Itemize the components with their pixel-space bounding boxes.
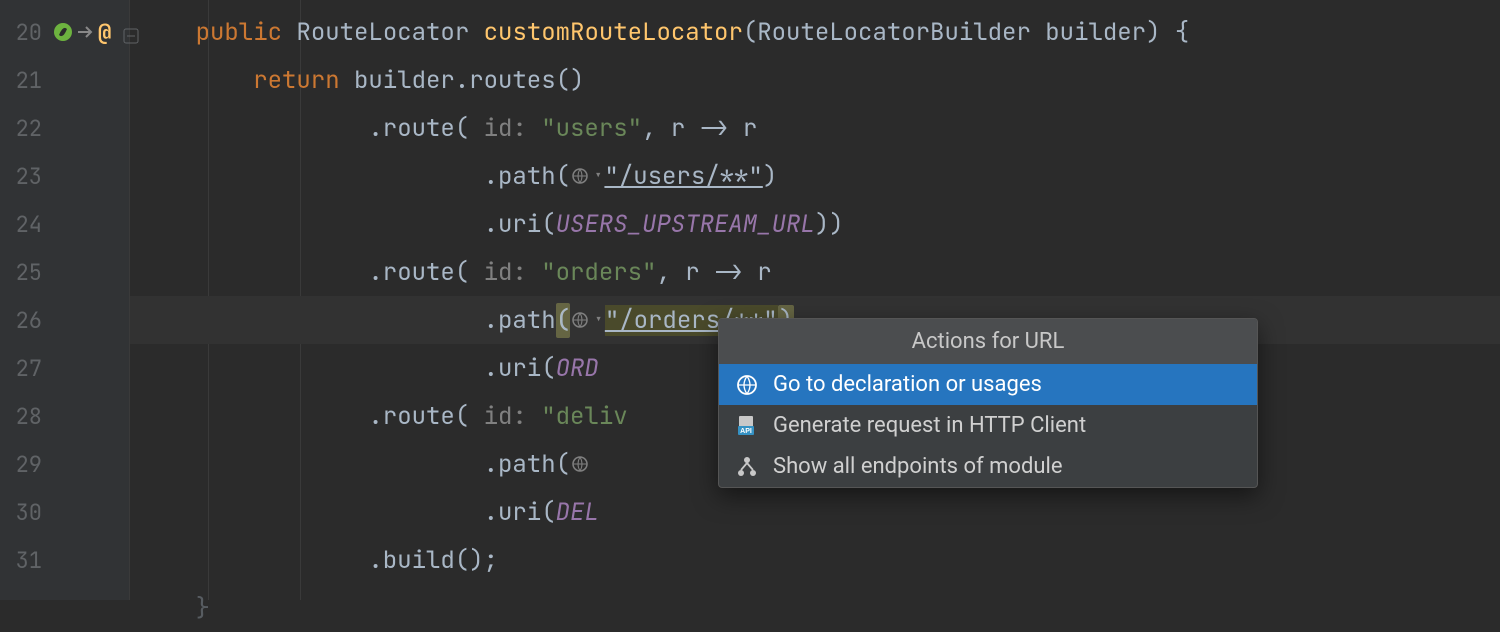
url-globe-icon[interactable] bbox=[572, 311, 590, 329]
line-number: 25 bbox=[12, 258, 42, 287]
method-name: customRouteLocator bbox=[484, 17, 743, 48]
inlay-hint: id: bbox=[469, 257, 541, 288]
gutter-line[interactable]: 29 bbox=[0, 440, 129, 488]
svg-text:API: API bbox=[740, 428, 752, 435]
popup-item-label: Go to declaration or usages bbox=[773, 372, 1042, 397]
gutter-line[interactable]: 31 bbox=[0, 536, 129, 584]
popup-item-label: Generate request in HTTP Client bbox=[773, 413, 1086, 438]
line-number: 20 bbox=[12, 18, 42, 47]
gutter-line[interactable]: 24 bbox=[0, 200, 129, 248]
code-line[interactable]: .path( ▾ "/users/**" ) bbox=[130, 152, 1500, 200]
string-literal: "users" bbox=[541, 113, 642, 144]
text: .path( bbox=[484, 161, 570, 192]
endpoints-tree-icon bbox=[735, 455, 759, 479]
code-editor: 20 @ 21 22 23 24 25 26 27 28 29 30 31 bbox=[0, 0, 1500, 600]
text: , r -> r bbox=[656, 257, 771, 288]
line-number: 27 bbox=[12, 354, 42, 383]
line-number: 28 bbox=[12, 402, 42, 431]
globe-icon bbox=[735, 373, 759, 397]
text: .path( bbox=[484, 449, 570, 480]
text: , r -> r bbox=[642, 113, 757, 144]
inlay-hint: id: bbox=[469, 401, 541, 432]
spring-bean-icon[interactable] bbox=[52, 21, 74, 43]
text: .route( bbox=[368, 257, 469, 288]
string-literal: "deliv bbox=[541, 401, 627, 432]
line-number: 29 bbox=[12, 450, 42, 479]
code-line[interactable]: .route( id: "orders" , r -> r bbox=[130, 248, 1500, 296]
url-globe-icon[interactable] bbox=[572, 167, 590, 185]
code-line[interactable]: } bbox=[130, 584, 1500, 632]
api-file-icon: API bbox=[735, 414, 759, 438]
type-name: RouteLocator bbox=[296, 17, 469, 48]
text: } bbox=[196, 593, 210, 624]
gutter-line[interactable]: 27 bbox=[0, 344, 129, 392]
popup-item-generate-http[interactable]: API Generate request in HTTP Client bbox=[719, 405, 1257, 446]
url-globe-icon[interactable] bbox=[572, 455, 590, 473]
keyword: return bbox=[253, 65, 339, 96]
gutter-line[interactable]: 22 bbox=[0, 104, 129, 152]
text: .route( bbox=[368, 401, 469, 432]
keyword: public bbox=[196, 17, 282, 48]
editor-code-area[interactable]: public RouteLocator customRouteLocator (… bbox=[130, 0, 1500, 600]
constant: USERS_UPSTREAM_URL bbox=[556, 209, 815, 240]
code-line[interactable]: public RouteLocator customRouteLocator (… bbox=[130, 8, 1500, 56]
constant: ORD bbox=[556, 353, 599, 384]
text: .uri( bbox=[484, 209, 556, 240]
inlay-hint: id: bbox=[469, 113, 541, 144]
annotation-icon: @ bbox=[98, 18, 111, 47]
constant: DEL bbox=[556, 497, 599, 528]
url-path-literal[interactable]: "/users/**" bbox=[604, 161, 762, 192]
param-name: builder bbox=[1045, 17, 1146, 48]
url-actions-popup: Actions for URL Go to declaration or usa… bbox=[718, 318, 1258, 488]
code-line[interactable]: return builder.routes() bbox=[130, 56, 1500, 104]
line-number: 21 bbox=[12, 66, 42, 95]
chevron-down-icon[interactable]: ▾ bbox=[594, 311, 602, 329]
popup-title: Actions for URL bbox=[719, 319, 1257, 364]
line-number: 23 bbox=[12, 162, 42, 191]
popup-item-goto-declaration[interactable]: Go to declaration or usages bbox=[719, 364, 1257, 405]
text: builder.routes() bbox=[340, 65, 585, 96]
gutter-line[interactable]: 25 bbox=[0, 248, 129, 296]
text: .uri( bbox=[484, 497, 556, 528]
gutter-line[interactable] bbox=[0, 584, 129, 632]
line-number: 31 bbox=[12, 546, 42, 575]
code-line[interactable]: .uri( USERS_UPSTREAM_URL )) bbox=[130, 200, 1500, 248]
text: { bbox=[1160, 17, 1189, 48]
gutter-line[interactable]: 30 bbox=[0, 488, 129, 536]
gutter-line[interactable]: 23 bbox=[0, 152, 129, 200]
line-number: 24 bbox=[12, 210, 42, 239]
chevron-down-icon[interactable]: ▾ bbox=[594, 167, 602, 185]
gutter-line[interactable]: 26 bbox=[0, 296, 129, 344]
code-line[interactable]: .build(); bbox=[130, 536, 1500, 584]
popup-item-label: Show all endpoints of module bbox=[773, 454, 1063, 479]
navigate-icon[interactable] bbox=[76, 21, 98, 43]
gutter-line[interactable]: 20 @ bbox=[0, 8, 129, 56]
gutter-line[interactable]: 21 bbox=[0, 56, 129, 104]
editor-gutter: 20 @ 21 22 23 24 25 26 27 28 29 30 31 bbox=[0, 0, 130, 600]
text: .uri( bbox=[484, 353, 556, 384]
code-line[interactable]: .route( id: "users" , r -> r bbox=[130, 104, 1500, 152]
gutter-line[interactable]: 28 bbox=[0, 392, 129, 440]
line-number: 26 bbox=[12, 306, 42, 335]
text: .build(); bbox=[368, 545, 498, 576]
popup-item-show-endpoints[interactable]: Show all endpoints of module bbox=[719, 446, 1257, 487]
code-line[interactable]: .uri( DEL bbox=[130, 488, 1500, 536]
string-literal: "orders" bbox=[541, 257, 656, 288]
text: )) bbox=[815, 209, 844, 240]
text: .route( bbox=[368, 113, 469, 144]
text: ) bbox=[763, 161, 777, 192]
line-number: 30 bbox=[12, 498, 42, 527]
line-number: 22 bbox=[12, 114, 42, 143]
type-name: RouteLocatorBuilder bbox=[757, 17, 1031, 48]
matched-paren-open: ( bbox=[556, 303, 570, 338]
